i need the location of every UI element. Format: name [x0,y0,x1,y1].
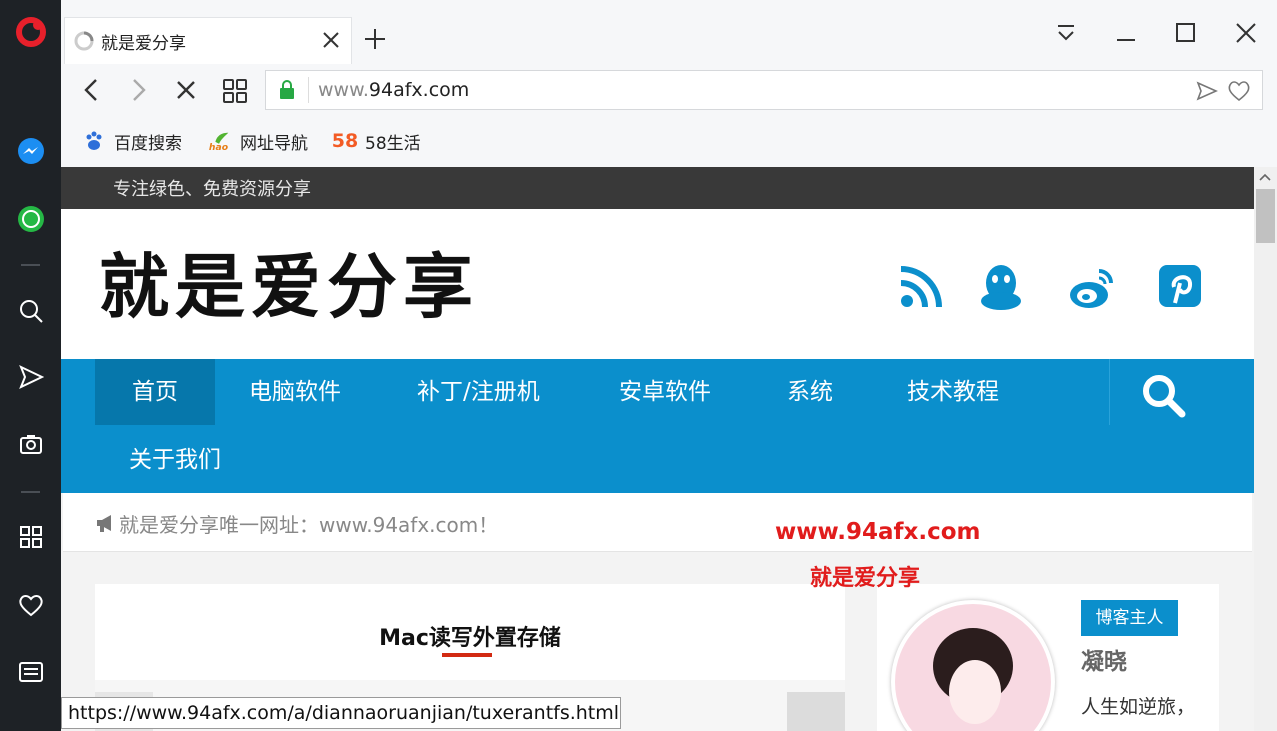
secure-lock-icon[interactable] [278,80,296,100]
notice-text: 就是爱分享唯一网址：www.94afx.com！ [119,513,499,537]
bookmark-label: 百度搜索 [114,133,182,154]
send-page-icon[interactable] [1196,80,1218,102]
blogger-card: 博客主人 凝晓 人生如逆旅， [877,584,1219,731]
search-icon[interactable] [0,289,61,333]
megaphone-icon [97,515,111,532]
blogger-name[interactable]: 凝晓 [1081,642,1127,676]
bookmark-baidu[interactable]: 百度搜索 [82,128,182,154]
58-logo-icon: 58 [331,130,359,152]
bookmark-hao123[interactable]: hao 网址导航 [208,128,308,154]
tab-title: 就是爱分享 [101,34,186,54]
window-close-icon[interactable] [1231,18,1261,48]
bookmark-label: 58生活 [365,133,421,154]
nav-about[interactable]: 关于我们 [129,427,221,493]
site-logo[interactable]: 就是爱分享 [99,231,479,332]
notice-bar: 就是爱分享唯一网址：www.94afx.com！ [63,493,1252,552]
qq-icon[interactable] [975,261,1027,313]
messenger-icon[interactable] [0,130,61,174]
forward-icon[interactable] [124,76,152,104]
tab-close-icon[interactable] [319,28,343,52]
send-icon[interactable] [0,355,61,399]
baidu-paw-icon [82,129,106,153]
status-link-preview: https://www.94afx.com/a/diannaoruanjian/… [61,697,621,729]
news-icon[interactable] [0,650,61,694]
site-top-bar: 专注绿色、免费资源分享 [61,167,1254,209]
browser-tab[interactable]: 就是爱分享 [64,17,352,64]
back-icon[interactable] [78,76,106,104]
loading-spinner-icon [74,31,94,51]
weibo-icon[interactable] [1065,261,1117,313]
article-title[interactable]: Mac读写外置存储 [95,620,845,652]
whatsapp-icon[interactable] [0,197,61,241]
new-tab-icon[interactable] [362,26,388,52]
blogger-badge: 博客主人 [1081,600,1178,636]
blogger-motto: 人生如逆旅， [1081,696,1196,718]
nav-android[interactable]: 安卓软件 [619,359,711,425]
minimize-icon[interactable] [1111,18,1141,48]
opera-sidebar [0,0,61,731]
blogger-avatar [891,600,1055,731]
site-header: 就是爱分享 [61,209,1254,359]
site-nav: 首页 电脑软件 补丁/注册机 安卓软件 系统 技术教程 关于我们 [61,359,1254,493]
camera-icon[interactable] [0,422,61,466]
url-text: www.94afx.com [318,79,470,101]
maximize-icon[interactable] [1171,18,1201,48]
bookmark-heart-icon[interactable] [1226,79,1252,103]
web-page: 专注绿色、免费资源分享 就是爱分享 首页 电脑软件 补丁/注册机 安卓软件 系统… [61,167,1254,731]
nav-patch-keygen[interactable]: 补丁/注册机 [417,359,540,425]
pinterest-icon[interactable] [1155,261,1207,313]
address-bar[interactable]: www.94afx.com [265,70,1263,110]
heart-icon[interactable] [0,583,61,627]
tab-menu-icon[interactable] [1051,18,1081,48]
speed-dial-icon[interactable] [0,515,61,559]
watermark-url: www.94afx.com [775,519,981,545]
nav-home[interactable]: 首页 [95,359,215,425]
svg-text:hao: hao [209,142,228,152]
bookmark-58[interactable]: 58 58生活 [331,128,421,154]
site-tagline: 专注绿色、免费资源分享 [113,179,311,200]
site-search-icon[interactable] [1139,371,1187,419]
nav-tutorials[interactable]: 技术教程 [907,359,999,425]
tabs-grid-icon[interactable] [222,78,248,104]
opera-logo-icon[interactable] [0,10,61,54]
rss-icon[interactable] [895,261,947,313]
bookmark-label: 网址导航 [240,133,308,154]
stop-loading-icon[interactable] [172,76,200,104]
vertical-scrollbar[interactable] [1254,167,1277,731]
nav-pc-software[interactable]: 电脑软件 [249,359,341,425]
status-url: https://www.94afx.com/a/diannaoruanjian/… [68,702,620,724]
scroll-up-icon[interactable] [1259,173,1271,181]
scroll-thumb[interactable] [1256,189,1275,243]
watermark-name: 就是爱分享 [810,566,921,591]
hao-icon: hao [208,129,232,153]
nav-system[interactable]: 系统 [787,359,833,425]
